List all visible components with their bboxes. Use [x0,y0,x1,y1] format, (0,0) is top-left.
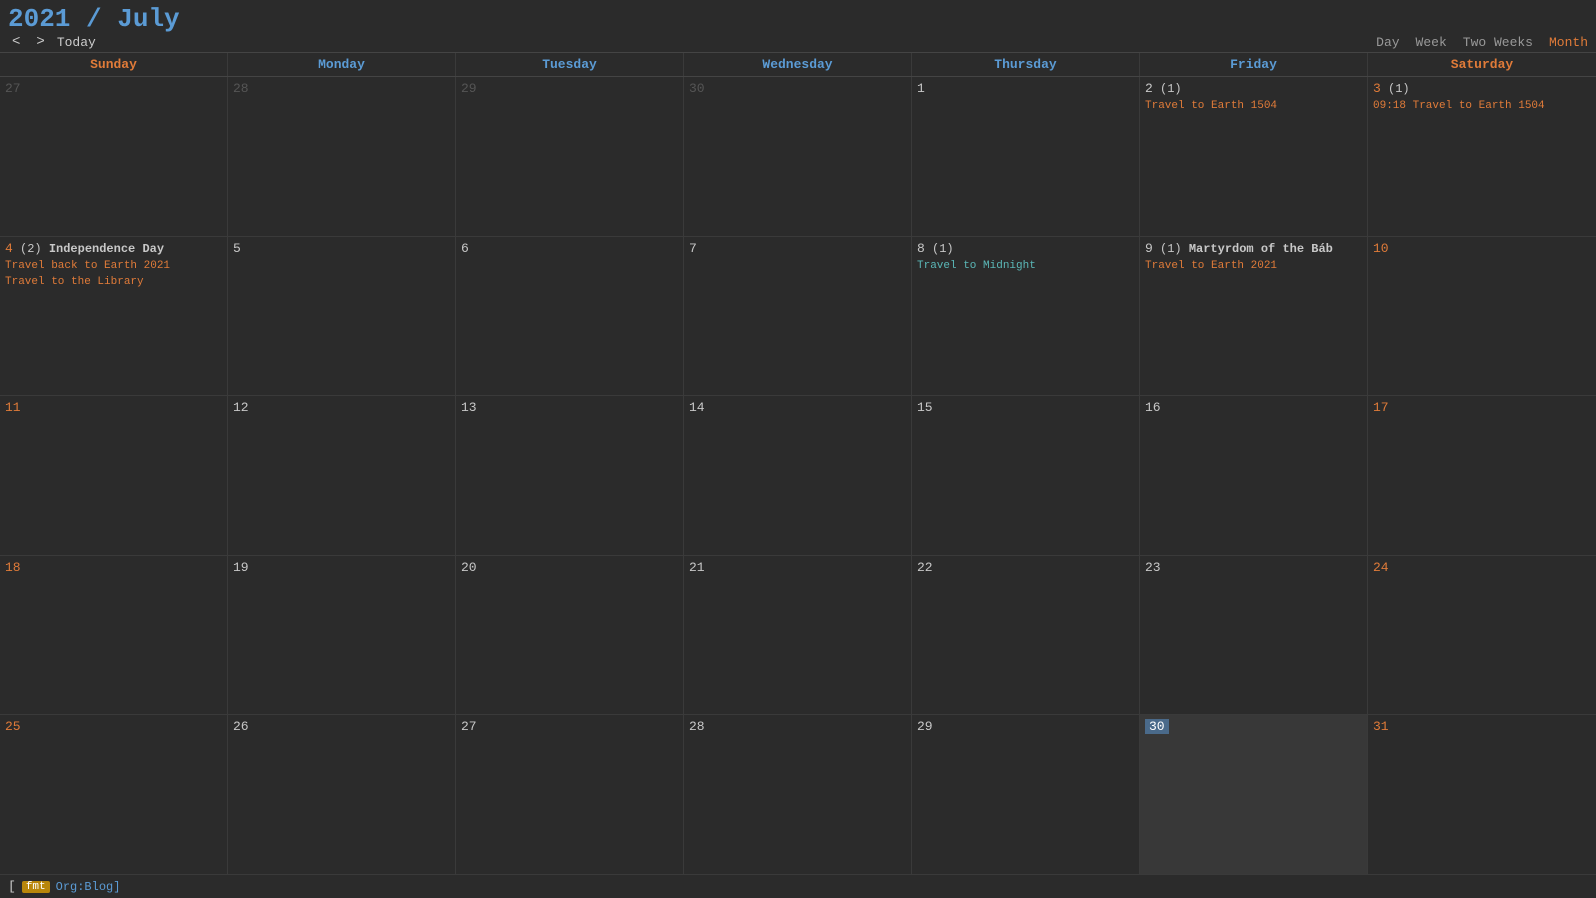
day-cell-11[interactable]: 11 [0,396,228,555]
calendar: Sunday Monday Tuesday Wednesday Thursday… [0,52,1596,874]
day-cell[interactable]: 28 [228,77,456,236]
day-cell-17[interactable]: 17 [1368,396,1596,555]
day-cell-21[interactable]: 21 [684,556,912,715]
week-row: 4 (2) Independence Day Travel back to Ea… [0,237,1596,397]
day-cell-23[interactable]: 23 [1140,556,1368,715]
day-cell-9[interactable]: 9 (1) Martyrdom of the Báb Travel to Ear… [1140,237,1368,396]
day-cell[interactable]: 27 [0,77,228,236]
day-cell-12[interactable]: 12 [228,396,456,555]
week-row: 11 12 13 14 15 16 17 [0,396,1596,556]
week-row: 25 26 27 28 29 30 31 [0,715,1596,874]
today-button[interactable]: Today [57,35,96,50]
footer-label: Org:Blog] [56,880,121,894]
day-cell-7[interactable]: 7 [684,237,912,396]
event[interactable]: Travel to Midnight [917,259,1134,274]
day-cell-18[interactable]: 18 [0,556,228,715]
day-cell-30-today[interactable]: 30 [1140,715,1368,874]
title-month: July [117,4,179,34]
prev-button[interactable]: < [8,34,24,50]
day-cell-13[interactable]: 13 [456,396,684,555]
header-wednesday: Wednesday [684,53,912,76]
day-cell-31[interactable]: 31 [1368,715,1596,874]
day-cell-28[interactable]: 28 [684,715,912,874]
day-headers: Sunday Monday Tuesday Wednesday Thursday… [0,53,1596,77]
day-cell-25[interactable]: 25 [0,715,228,874]
day-cell[interactable]: 29 [456,77,684,236]
day-cell-19[interactable]: 19 [228,556,456,715]
day-cell-3[interactable]: 3 (1) 09:18 Travel to Earth 1504 [1368,77,1596,236]
day-cell-29[interactable]: 29 [912,715,1140,874]
header-thursday: Thursday [912,53,1140,76]
event[interactable]: 09:18 Travel to Earth 1504 [1373,99,1591,114]
header-sunday: Sunday [0,53,228,76]
day-cell[interactable]: 30 [684,77,912,236]
day-cell-1[interactable]: 1 [912,77,1140,236]
day-cell-22[interactable]: 22 [912,556,1140,715]
event[interactable]: Travel to Earth 1504 [1145,99,1362,114]
day-cell-8[interactable]: 8 (1) Travel to Midnight [912,237,1140,396]
day-cell-15[interactable]: 15 [912,396,1140,555]
day-cell-2[interactable]: 2 (1) Travel to Earth 1504 [1140,77,1368,236]
day-cell-10[interactable]: 10 [1368,237,1596,396]
view-month[interactable]: Month [1549,35,1588,50]
calendar-grid: 27 28 29 30 1 2 (1) Travel to Earth 1504… [0,77,1596,874]
event[interactable]: Travel to the Library [5,275,222,290]
day-cell-16[interactable]: 16 [1140,396,1368,555]
day-cell-27[interactable]: 27 [456,715,684,874]
view-week[interactable]: Week [1416,35,1447,50]
view-two-weeks[interactable]: Two Weeks [1463,35,1533,50]
day-cell-6[interactable]: 6 [456,237,684,396]
footer: [ fmt Org:Blog] [0,874,1596,898]
day-cell-20[interactable]: 20 [456,556,684,715]
view-options: Day Week Two Weeks Month [1376,35,1588,50]
header-saturday: Saturday [1368,53,1596,76]
day-cell-5[interactable]: 5 [228,237,456,396]
week-row: 18 19 20 21 22 23 24 [0,556,1596,716]
calendar-title: 2021 / July [8,4,1588,34]
day-cell-24[interactable]: 24 [1368,556,1596,715]
week-row: 27 28 29 30 1 2 (1) Travel to Earth 1504… [0,77,1596,237]
open-bracket: [ [8,879,16,894]
header-monday: Monday [228,53,456,76]
header-friday: Friday [1140,53,1368,76]
view-day[interactable]: Day [1376,35,1399,50]
footer-tag: fmt [22,881,50,893]
next-button[interactable]: > [32,34,48,50]
day-cell-4[interactable]: 4 (2) Independence Day Travel back to Ea… [0,237,228,396]
day-cell-26[interactable]: 26 [228,715,456,874]
header-tuesday: Tuesday [456,53,684,76]
title-year: 2021 [8,4,70,34]
event[interactable]: Travel back to Earth 2021 [5,259,222,274]
event[interactable]: Travel to Earth 2021 [1145,259,1362,274]
day-cell-14[interactable]: 14 [684,396,912,555]
